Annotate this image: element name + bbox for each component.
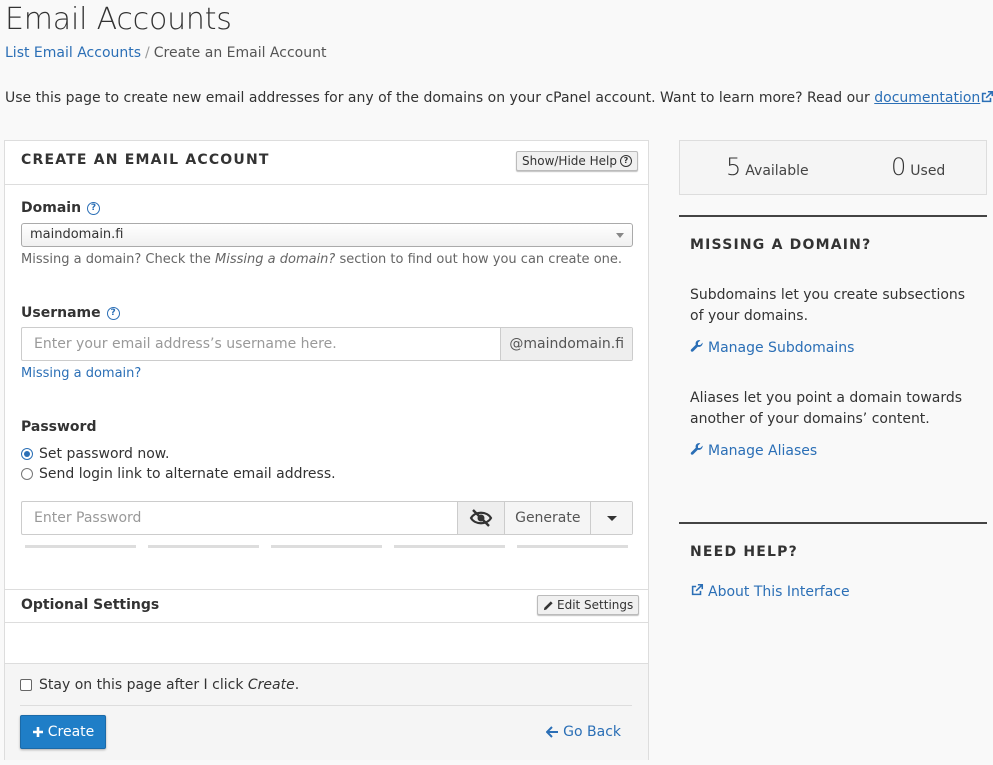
sidebar-divider [679,215,987,217]
optional-settings-label: Optional Settings [21,597,159,613]
domain-label-text: Domain [21,200,82,216]
sidebar-divider [679,522,987,524]
radio-button[interactable] [21,468,33,480]
wrench-icon [690,339,704,357]
strength-segment [25,545,136,548]
radio-set-password-label: Set password now. [39,446,170,462]
password-input[interactable] [22,502,457,534]
account-stats: 5 Available 0 Used [679,140,987,195]
wrench-icon [690,442,704,460]
intro-text: Use this page to create new email addres… [5,90,993,106]
stay-prefix: Stay on this page after I click [39,677,248,693]
strength-segment [148,545,259,548]
username-help-icon[interactable]: ? [106,306,120,320]
stay-suffix: . [294,677,300,693]
page-title: Email Accounts [5,2,232,37]
domain-hint-suffix: section to find out how you can create o… [335,252,623,267]
username-input-group: @maindomain.fi [21,327,633,361]
domain-hint-prefix: Missing a domain? Check the [21,252,216,267]
external-link-icon [690,583,704,601]
create-button-label: Create [47,724,95,740]
radio-button-selected[interactable] [21,448,33,460]
used-number: 0 [891,153,907,181]
about-interface-link[interactable]: About This Interface [690,583,850,601]
show-hide-help-label: Show/Hide Help [522,154,617,168]
used-label: Used [910,163,946,179]
divider [5,589,648,590]
domain-select[interactable]: maindomain.fi [21,223,633,247]
stay-on-page-checkbox[interactable] [20,679,32,691]
caret-down-icon [606,515,617,521]
divider [5,622,648,623]
documentation-link-label: documentation [874,90,981,106]
username-label-text: Username [21,305,101,321]
domain-label: Domain ? [21,200,101,216]
go-back-link[interactable]: Go Back [546,724,621,740]
available-label: Available [745,163,809,179]
radio-send-login-link[interactable]: Send login link to alternate email addre… [21,466,336,482]
username-label: Username ? [21,305,120,321]
radio-send-login-label: Send login link to alternate email addre… [39,466,336,482]
strength-segment [271,545,382,548]
password-label: Password [21,419,96,435]
missing-domain-title: MISSING A DOMAIN? [690,237,872,253]
about-interface-label: About This Interface [708,584,850,600]
need-help-title: NEED HELP? [690,544,798,560]
panel-header: CREATE AN EMAIL ACCOUNT Show/Hide Help ? [5,141,648,185]
manage-aliases-link[interactable]: Manage Aliases [690,442,817,460]
arrow-left-icon [546,726,559,738]
generate-options-dropdown[interactable] [590,502,632,534]
aliases-description: Aliases let you point a domain towards a… [690,390,963,427]
domain-hint-em: Missing a domain? [215,252,336,267]
optional-settings-label-text: Optional Settings [21,597,160,613]
form-footer: Stay on this page after I click Create. … [5,663,648,760]
edit-settings-button[interactable]: Edit Settings [537,595,640,615]
show-hide-help-button[interactable]: Show/Hide Help ? [516,151,638,171]
password-strength-meter [25,545,628,548]
username-input[interactable] [22,328,501,360]
go-back-label: Go Back [563,724,621,740]
subdomains-description: Subdomains let you create subsections of… [690,287,966,324]
create-email-panel: CREATE AN EMAIL ACCOUNT Show/Hide Help ?… [4,140,649,760]
breadcrumb-current: Create an Email Account [153,45,327,61]
password-label-text: Password [21,419,97,435]
breadcrumb-separator: / [145,45,150,61]
manage-subdomains-link[interactable]: Manage Subdomains [690,339,854,357]
stay-on-page-label: Stay on this page after I click Create. [39,677,299,693]
available-count: 5 Available [726,153,809,181]
edit-settings-label: Edit Settings [557,598,634,612]
panel-title: CREATE AN EMAIL ACCOUNT [21,152,270,168]
intro-sentence: Use this page to create new email addres… [5,90,875,106]
stay-on-page-checkbox-row[interactable]: Stay on this page after I click Create. [20,677,299,693]
generate-password-button[interactable]: Generate [504,502,591,534]
radio-set-password-now[interactable]: Set password now. [21,446,169,462]
domain-help-icon[interactable]: ? [87,201,101,215]
create-button[interactable]: Create [20,715,106,749]
footer-divider [20,705,632,706]
stay-em: Create [247,677,295,693]
eye-slash-icon [469,509,493,527]
used-count: 0 Used [891,153,945,181]
breadcrumb: List Email Accounts / Create an Email Acco… [5,45,326,61]
toggle-visibility-button[interactable] [456,502,505,534]
strength-segment [517,545,628,548]
caret-down-icon [616,233,624,238]
domain-hint: Missing a domain? Check the Missing a do… [21,252,622,267]
question-circle-icon: ? [619,155,632,167]
missing-domain-link[interactable]: Missing a domain? [21,366,141,381]
available-number: 5 [726,153,742,181]
username-domain-suffix: @maindomain.fi [500,328,632,360]
manage-subdomains-label: Manage Subdomains [708,340,855,356]
breadcrumb-list-email-accounts[interactable]: List Email Accounts [5,45,141,61]
documentation-link[interactable]: documentation [874,90,993,106]
external-link-icon [980,90,993,106]
password-input-group: Generate [21,501,633,535]
strength-segment [394,545,505,548]
plus-icon [32,727,43,737]
pencil-icon [543,600,553,610]
manage-aliases-label: Manage Aliases [708,443,818,459]
domain-select-value: maindomain.fi [30,227,124,242]
